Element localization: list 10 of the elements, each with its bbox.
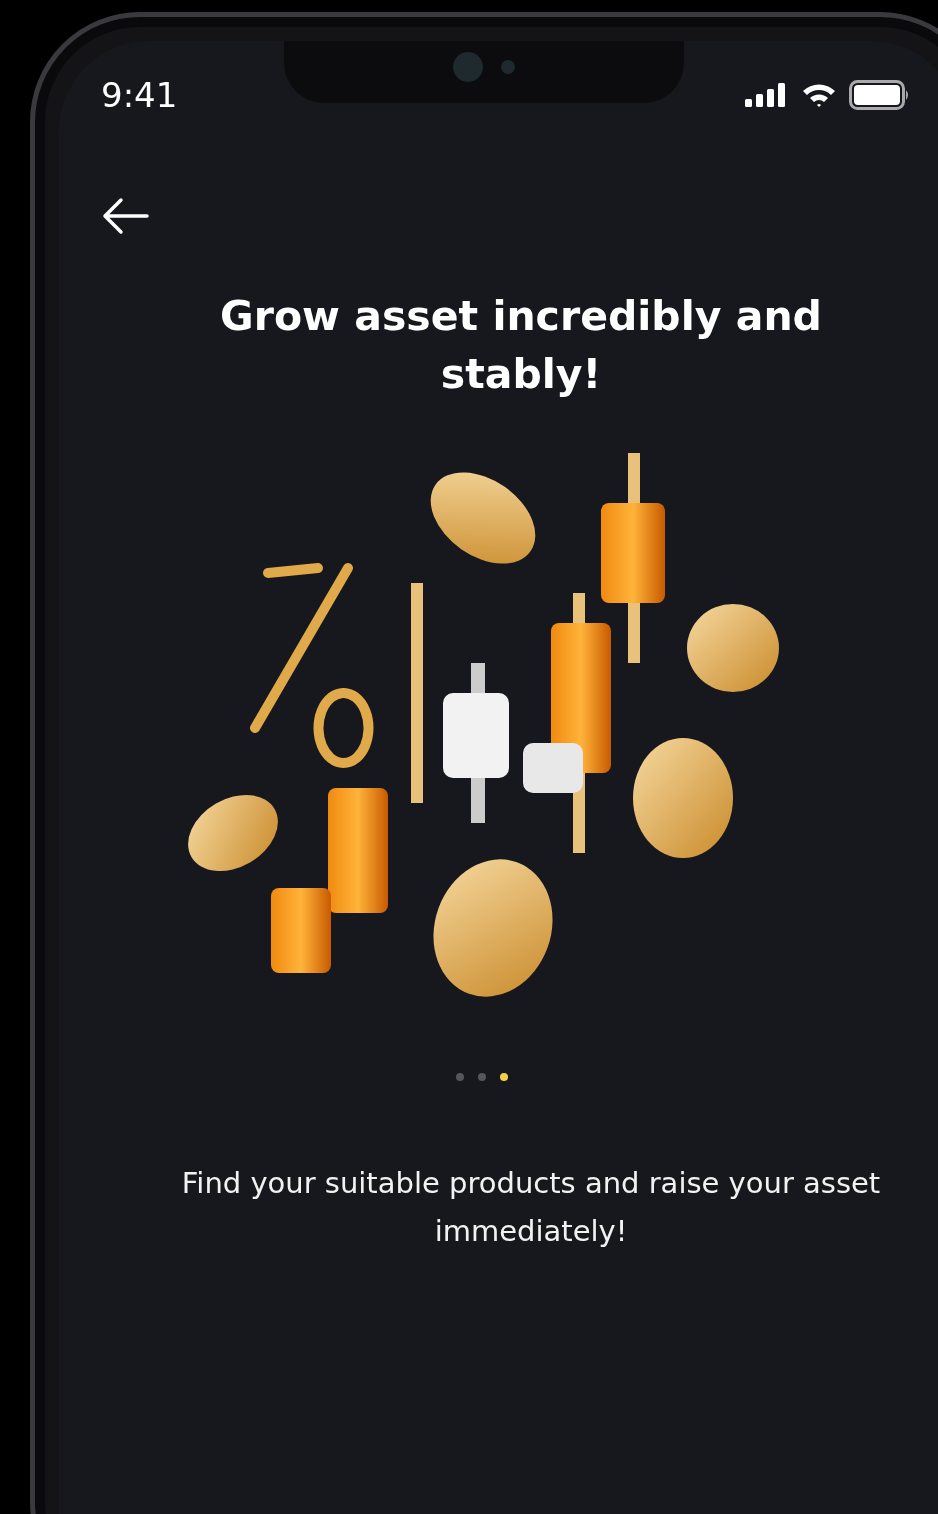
onboarding-title: Grow asset incredibly and stably!: [219, 291, 823, 400]
status-time: 9:41: [101, 75, 178, 115]
back-arrow-icon: [101, 197, 149, 235]
wifi-icon: [801, 82, 837, 108]
onboarding-description: Find your suitable products and raise your asset immediately!: [180, 1165, 882, 1250]
page-dot[interactable]: [478, 1073, 486, 1081]
page-dot[interactable]: [500, 1073, 508, 1081]
page-dot[interactable]: [456, 1073, 464, 1081]
back-button[interactable]: [101, 197, 149, 235]
battery-icon: [849, 80, 911, 110]
